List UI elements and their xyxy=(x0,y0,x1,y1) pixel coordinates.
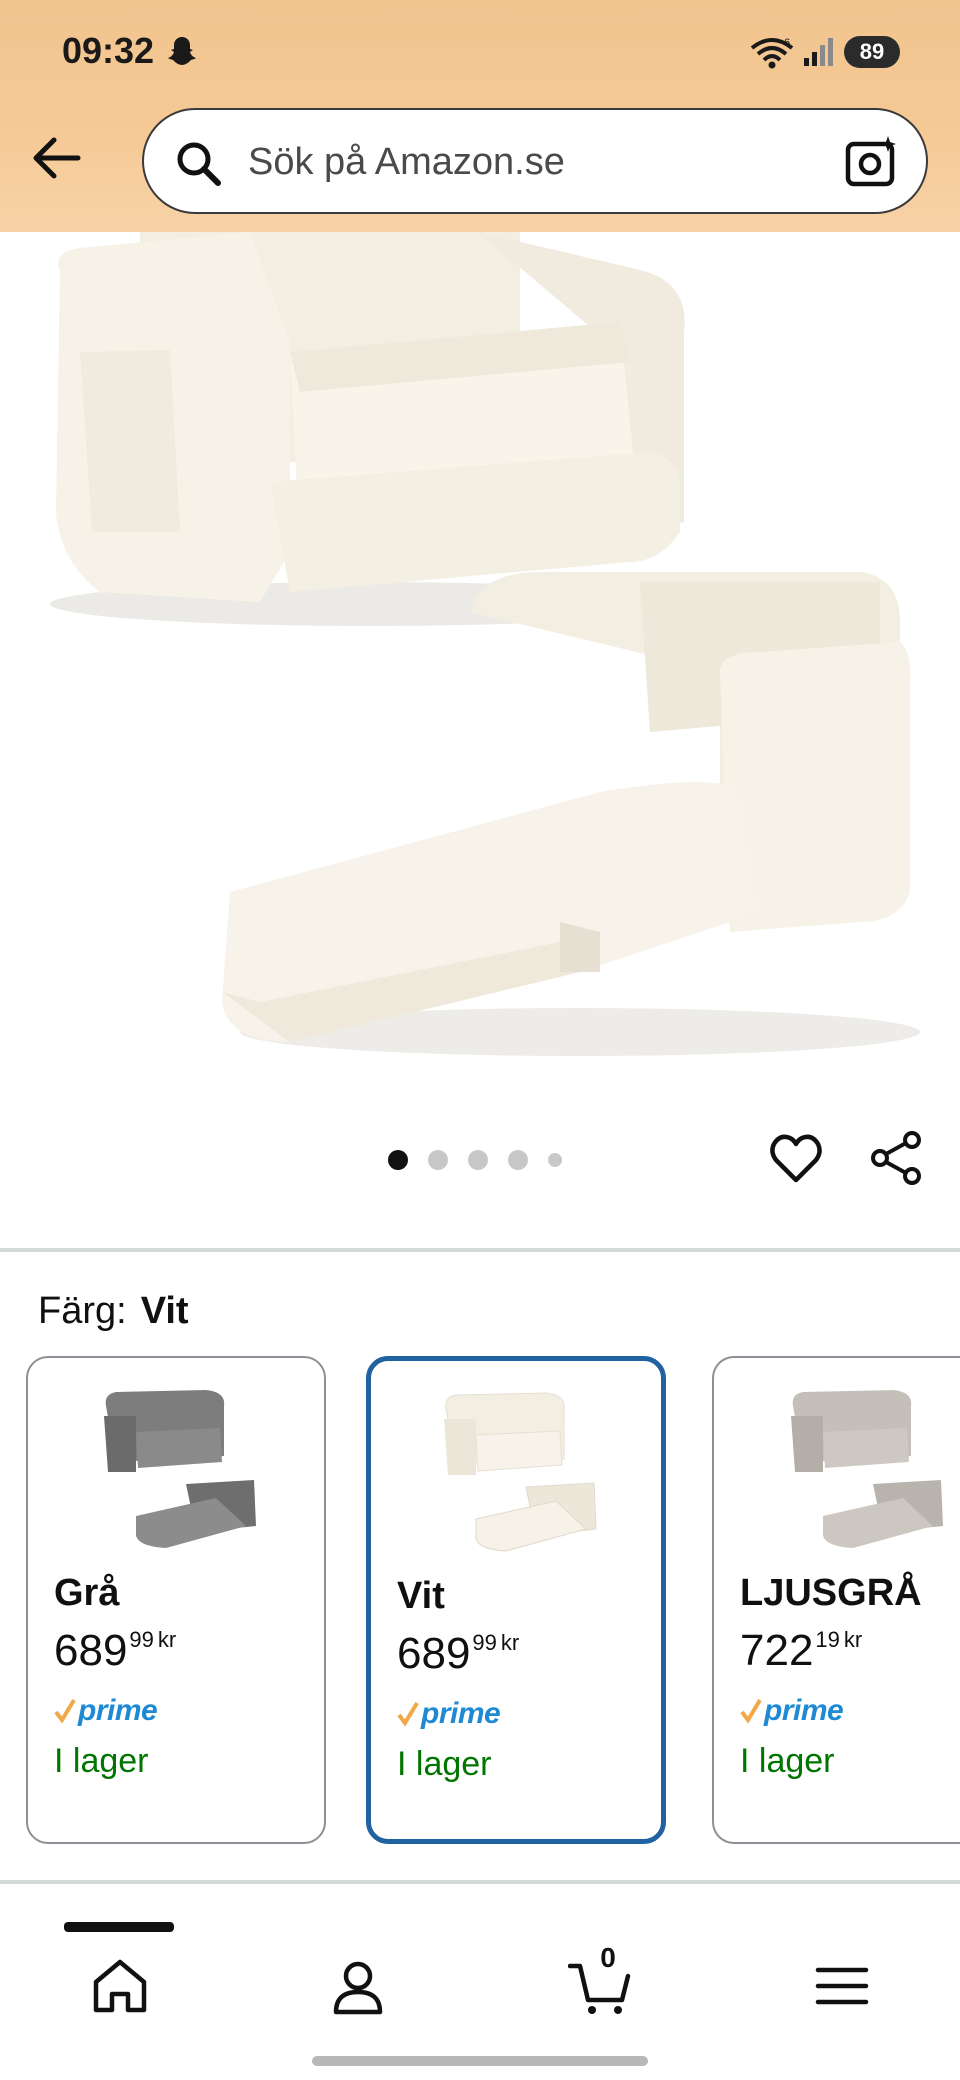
price-currency: kr xyxy=(157,1627,177,1652)
menu-icon[interactable] xyxy=(810,1954,874,2018)
snapchat-icon xyxy=(168,37,196,65)
color-option-gra[interactable]: Grå 68999 kr prime I lager xyxy=(26,1356,326,1844)
swatch-image xyxy=(444,1392,597,1552)
search-bar[interactable]: Sök på Amazon.se xyxy=(142,108,928,214)
prime-label: prime xyxy=(764,1694,844,1727)
price-fraction: 19 xyxy=(815,1627,840,1652)
price-currency: kr xyxy=(843,1627,863,1652)
prime-badge: prime xyxy=(54,1694,158,1728)
product-image[interactable] xyxy=(0,232,960,1092)
section-divider xyxy=(0,1248,960,1252)
search-input[interactable]: Sök på Amazon.se xyxy=(248,141,565,184)
prime-badge: prime xyxy=(740,1694,844,1728)
prime-badge: prime xyxy=(397,1697,501,1731)
back-arrow-icon[interactable] xyxy=(28,130,84,186)
svg-text:6: 6 xyxy=(784,37,790,49)
color-option-name: Grå xyxy=(54,1572,120,1614)
signal-icon xyxy=(804,38,833,66)
price-fraction: 99 xyxy=(129,1627,154,1652)
color-label: Färg: Vit xyxy=(38,1290,189,1333)
image-pagination[interactable] xyxy=(388,1148,562,1172)
prime-check-icon xyxy=(397,1701,419,1727)
home-icon[interactable] xyxy=(88,1954,152,2018)
pagination-dot[interactable] xyxy=(388,1150,408,1170)
pagination-dot[interactable] xyxy=(468,1150,488,1170)
prime-check-icon xyxy=(740,1698,762,1724)
color-option-name: Vit xyxy=(397,1575,445,1617)
section-divider xyxy=(0,1880,960,1884)
price-currency: kr xyxy=(500,1630,520,1655)
availability: I lager xyxy=(54,1742,149,1780)
color-label-prefix: Färg: xyxy=(38,1290,127,1332)
availability: I lager xyxy=(397,1745,492,1783)
cart-count: 0 xyxy=(600,1942,616,1973)
swatch-image xyxy=(791,1390,943,1548)
color-option-name: LJUSGRÅ xyxy=(740,1572,922,1614)
swatch-image xyxy=(104,1390,256,1548)
search-icon xyxy=(177,142,221,186)
battery-indicator: 89 xyxy=(844,36,900,68)
prime-label: prime xyxy=(421,1697,501,1730)
active-tab-indicator xyxy=(64,1922,174,1932)
price: 72219 kr xyxy=(740,1626,862,1676)
prime-check-icon xyxy=(54,1698,76,1724)
pagination-dot[interactable] xyxy=(548,1153,562,1167)
camera-search-icon[interactable] xyxy=(844,134,900,190)
gesture-bar[interactable] xyxy=(312,2056,648,2066)
share-icon[interactable] xyxy=(868,1130,924,1186)
heart-icon[interactable] xyxy=(768,1130,824,1186)
pagination-dot[interactable] xyxy=(508,1150,528,1170)
pagination-dot[interactable] xyxy=(428,1150,448,1170)
color-option-ljusgra[interactable]: LJUSGRÅ 72219 kr prime I lager xyxy=(712,1356,960,1844)
selected-color: Vit xyxy=(140,1290,189,1332)
availability: I lager xyxy=(740,1742,835,1780)
price: 68999 kr xyxy=(54,1626,176,1676)
color-option-vit[interactable]: Vit 68999 kr prime I lager xyxy=(366,1356,666,1844)
account-icon[interactable] xyxy=(326,1954,390,2018)
price: 68999 kr xyxy=(397,1629,519,1679)
price-fraction: 99 xyxy=(472,1630,497,1655)
price-whole: 689 xyxy=(54,1626,128,1675)
app-header: 09:32 6 89 Sök på Amazon.se xyxy=(0,0,960,232)
prime-label: prime xyxy=(78,1694,158,1727)
price-whole: 722 xyxy=(740,1626,814,1675)
price-whole: 689 xyxy=(397,1629,471,1678)
status-time: 09:32 xyxy=(62,30,155,71)
wifi-icon: 6 xyxy=(750,37,794,69)
